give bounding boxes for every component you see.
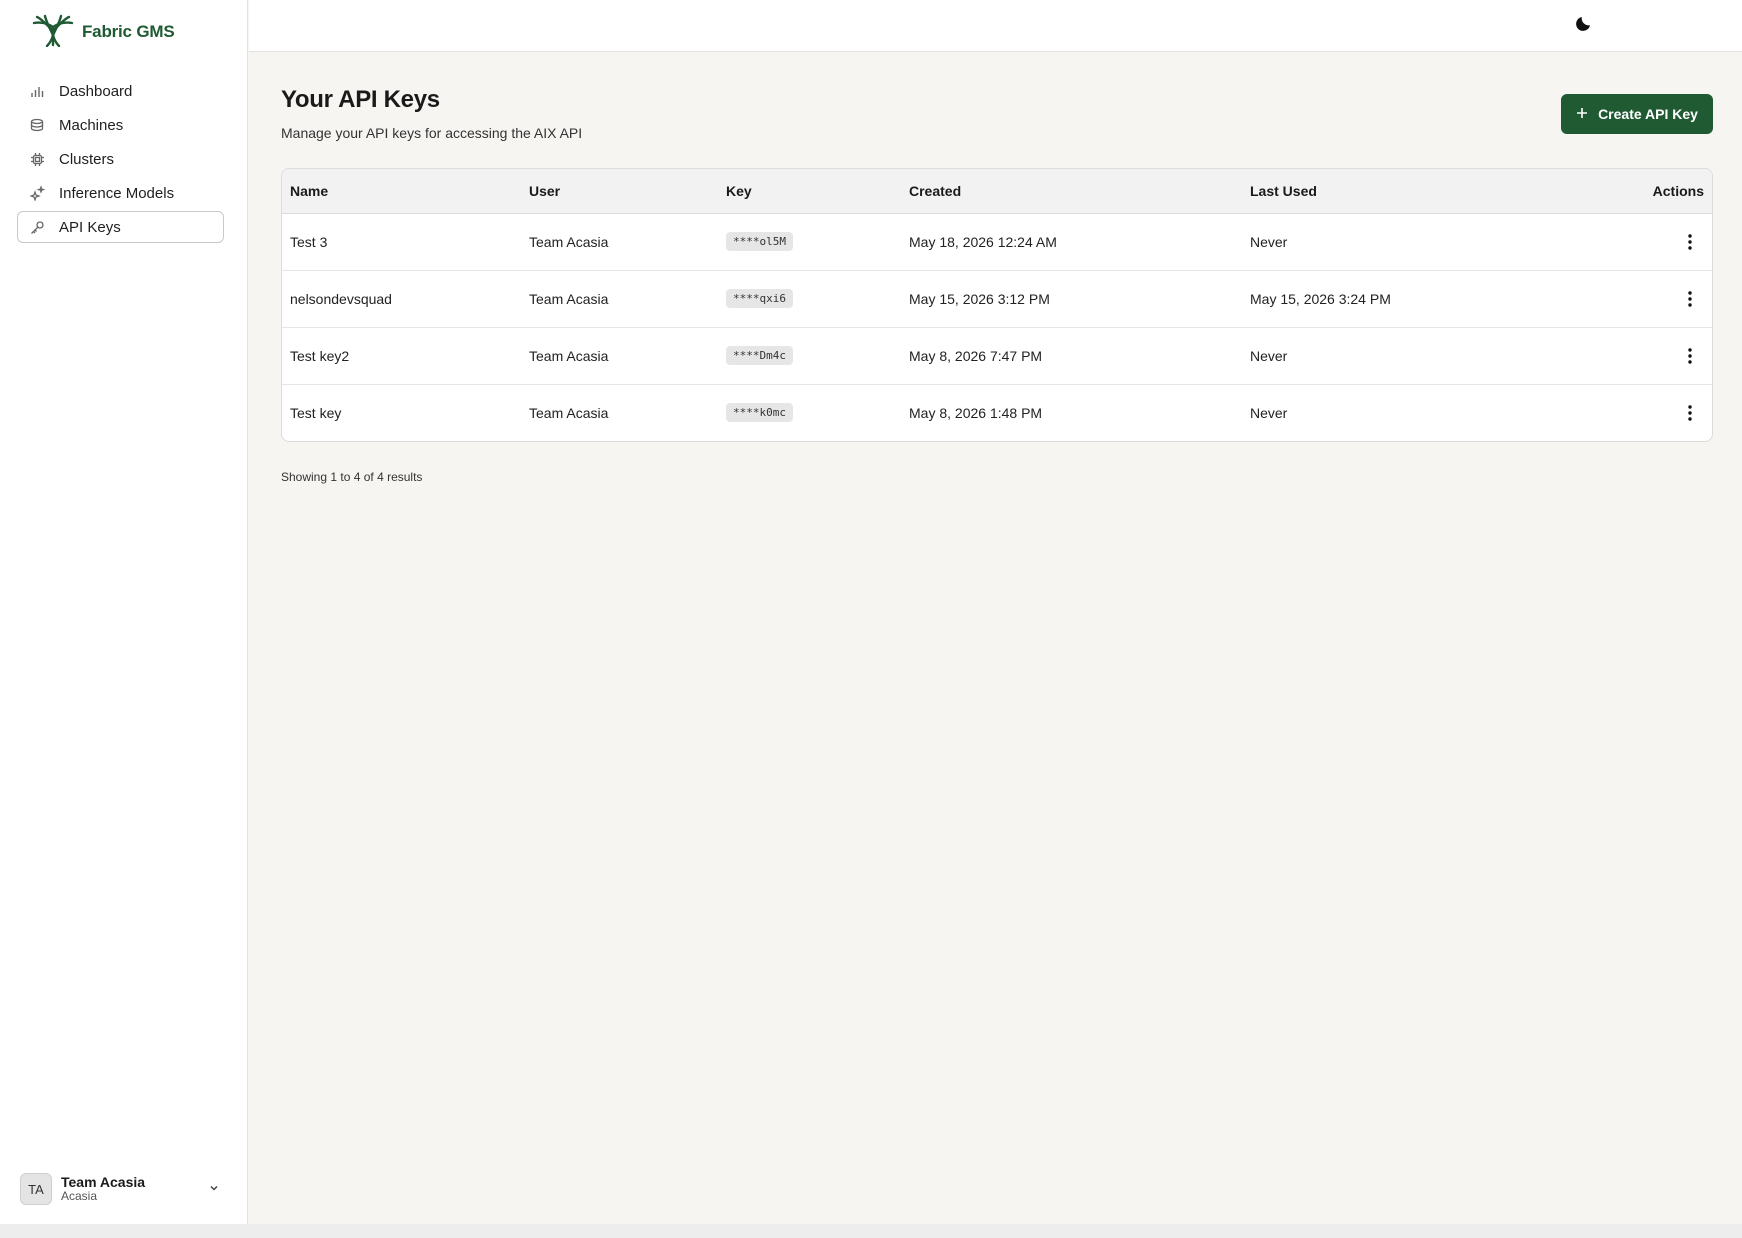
sidebar-item-label: Machines: [59, 116, 124, 134]
cell-name: nelsondevsquad: [290, 290, 392, 307]
table-row[interactable]: Test key2 Team Acasia ****Dm4c May 8, 20…: [282, 327, 1712, 384]
column-header-key[interactable]: Key: [726, 169, 909, 214]
cell-created: May 18, 2026 12:24 AM: [909, 233, 1057, 250]
masked-key: ****Dm4c: [726, 346, 793, 365]
table-row[interactable]: Test 3 Team Acasia ****ol5M May 18, 2026…: [282, 213, 1712, 270]
more-vertical-icon[interactable]: [1678, 401, 1702, 425]
moon-icon[interactable]: [1575, 14, 1593, 37]
cpu-chip-icon: [29, 151, 45, 167]
table-row[interactable]: nelsondevsquad Team Acasia ****qxi6 May …: [282, 270, 1712, 327]
user-org: Acasia: [61, 1189, 98, 1204]
masked-key: ****qxi6: [726, 289, 793, 308]
cell-user: Team Acasia: [529, 347, 609, 364]
cell-created: May 8, 2026 1:48 PM: [909, 404, 1043, 421]
cell-name: Test key: [290, 404, 342, 421]
cell-last-used: Never: [1250, 233, 1288, 250]
more-vertical-icon[interactable]: [1678, 344, 1702, 368]
cell-name: Test 3: [290, 233, 328, 250]
cell-user: Team Acasia: [529, 233, 609, 250]
sidebar: Fabric GMS Dashboard Machines Clusters I…: [0, 0, 248, 1238]
user-name: Team Acasia: [61, 1174, 146, 1191]
column-header-created[interactable]: Created: [909, 169, 1250, 214]
masked-key: ****ol5M: [726, 232, 793, 251]
cell-created: May 15, 2026 3:12 PM: [909, 290, 1050, 307]
top-bar: [249, 0, 1742, 52]
sidebar-item-machines[interactable]: Machines: [17, 109, 224, 141]
tree-logo-icon: [32, 13, 74, 52]
column-header-actions: Actions: [1592, 169, 1712, 214]
column-header-user[interactable]: User: [529, 169, 726, 214]
sidebar-item-label: API Keys: [59, 218, 121, 236]
sidebar-item-label: Inference Models: [59, 184, 175, 202]
user-menu[interactable]: TA Team Acasia Acasia: [20, 1172, 220, 1206]
key-icon: [29, 219, 45, 235]
chevron-down-icon[interactable]: [208, 1181, 220, 1199]
sidebar-item-clusters[interactable]: Clusters: [17, 143, 224, 175]
avatar: TA: [20, 1173, 52, 1205]
column-header-name[interactable]: Name: [282, 169, 529, 214]
window-bottom-edge: [0, 1224, 1742, 1238]
brand-name: Fabric GMS: [82, 22, 175, 41]
cell-user: Team Acasia: [529, 290, 609, 307]
page-title: Your API Keys: [281, 86, 440, 113]
server-stack-icon: [29, 117, 45, 133]
cell-name: Test key2: [290, 347, 350, 364]
brand-logo[interactable]: Fabric GMS: [32, 13, 175, 52]
sidebar-item-label: Dashboard: [59, 82, 133, 100]
cell-last-used: May 15, 2026 3:24 PM: [1250, 290, 1391, 307]
pagination-summary: Showing 1 to 4 of 4 results: [281, 470, 423, 484]
cell-created: May 8, 2026 7:47 PM: [909, 347, 1043, 364]
create-api-key-button[interactable]: Create API Key: [1561, 94, 1713, 134]
create-api-key-label: Create API Key: [1598, 106, 1698, 122]
cell-user: Team Acasia: [529, 404, 609, 421]
table-header-row: Name User Key Created Last Used Actions: [282, 169, 1712, 214]
column-header-last-used[interactable]: Last Used: [1250, 169, 1592, 214]
bar-chart-icon: [29, 83, 45, 99]
cell-last-used: Never: [1250, 404, 1288, 421]
page-subtitle: Manage your API keys for accessing the A…: [281, 125, 583, 141]
sidebar-item-inference-models[interactable]: Inference Models: [17, 177, 224, 209]
masked-key: ****k0mc: [726, 403, 793, 423]
sidebar-item-label: Clusters: [59, 150, 115, 168]
sidebar-nav: Dashboard Machines Clusters Inference Mo…: [17, 75, 224, 245]
sidebar-item-dashboard[interactable]: Dashboard: [17, 75, 224, 107]
more-vertical-icon[interactable]: [1678, 287, 1702, 311]
table-row[interactable]: Test key Team Acasia ****k0mc May 8, 202…: [282, 384, 1712, 441]
sparkles-icon: [29, 185, 45, 201]
cell-last-used: Never: [1250, 347, 1288, 364]
more-vertical-icon[interactable]: [1678, 230, 1702, 254]
api-keys-table: Name User Key Created Last Used Actions …: [281, 168, 1713, 442]
sidebar-item-api-keys[interactable]: API Keys: [17, 211, 224, 243]
plus-icon: [1576, 106, 1588, 122]
